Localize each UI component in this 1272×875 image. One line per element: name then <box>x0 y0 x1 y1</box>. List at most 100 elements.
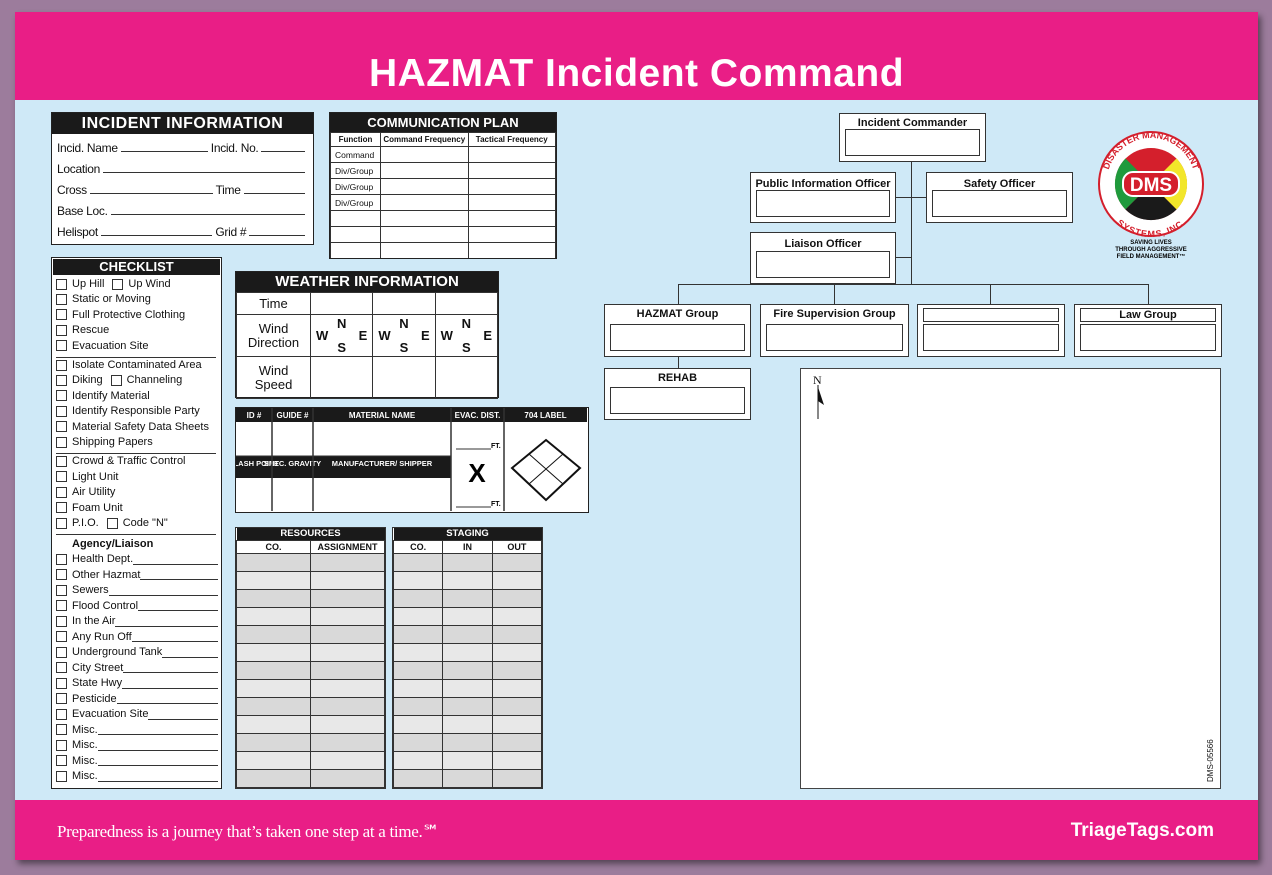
checkbox[interactable] <box>56 569 67 581</box>
staging-cell[interactable] <box>393 552 444 572</box>
incident-field-input[interactable] <box>89 193 213 194</box>
write-in-line[interactable] <box>123 672 218 674</box>
weather-cell[interactable]: NSW E <box>372 314 436 357</box>
staging-cell[interactable] <box>491 606 542 626</box>
write-in-line[interactable] <box>133 563 218 565</box>
tactical-frequency-cell[interactable] <box>467 242 556 258</box>
staging-cell[interactable] <box>393 768 444 788</box>
write-in-line[interactable] <box>97 780 218 782</box>
checkbox[interactable] <box>56 436 67 448</box>
resources-cell[interactable] <box>310 750 385 770</box>
incident-field-input[interactable] <box>261 151 305 152</box>
staging-cell[interactable] <box>442 642 493 662</box>
checkbox[interactable] <box>112 278 124 290</box>
resources-cell[interactable] <box>236 750 311 770</box>
staging-cell[interactable] <box>491 750 542 770</box>
rehab-field[interactable] <box>610 387 745 414</box>
checkbox[interactable] <box>56 471 67 483</box>
staging-cell[interactable] <box>442 624 493 644</box>
incident-field-input[interactable] <box>249 235 305 236</box>
checkbox[interactable] <box>56 278 67 290</box>
staging-cell[interactable] <box>393 588 444 608</box>
write-in-line[interactable] <box>162 656 218 658</box>
checkbox[interactable] <box>56 374 67 386</box>
liaison-officer-field[interactable] <box>756 251 890 278</box>
resources-cell[interactable] <box>236 606 311 626</box>
write-in-line[interactable] <box>97 734 218 736</box>
staging-cell[interactable] <box>491 642 542 662</box>
staging-cell[interactable] <box>393 624 444 644</box>
footer-website-link[interactable]: TriageTags.com <box>1071 820 1214 842</box>
resources-cell[interactable] <box>236 642 311 662</box>
checkbox[interactable] <box>56 309 67 321</box>
weather-cell[interactable] <box>372 356 436 399</box>
staging-cell[interactable] <box>491 570 542 590</box>
checkbox[interactable] <box>56 693 67 705</box>
safety-officer-field[interactable] <box>932 190 1067 217</box>
checkbox[interactable] <box>56 455 67 467</box>
resources-cell[interactable] <box>236 624 311 644</box>
staging-cell[interactable] <box>491 624 542 644</box>
command-frequency-cell[interactable] <box>380 242 469 258</box>
staging-cell[interactable] <box>491 732 542 752</box>
checkbox[interactable] <box>56 324 67 336</box>
resources-cell[interactable] <box>310 642 385 662</box>
nfpa-704-diamond-icon[interactable] <box>510 438 582 502</box>
staging-cell[interactable] <box>442 660 493 680</box>
resources-cell[interactable] <box>236 732 311 752</box>
staging-cell[interactable] <box>491 552 542 572</box>
checkbox[interactable] <box>56 293 67 305</box>
checkbox[interactable] <box>56 390 67 402</box>
resources-cell[interactable] <box>310 606 385 626</box>
tactical-frequency-cell[interactable] <box>467 178 556 195</box>
checkbox[interactable] <box>56 615 67 627</box>
staging-cell[interactable] <box>442 678 493 698</box>
tactical-frequency-cell[interactable] <box>467 162 556 179</box>
resources-cell[interactable] <box>310 570 385 590</box>
write-in-line[interactable] <box>148 718 218 720</box>
resources-cell[interactable] <box>236 714 311 734</box>
checkbox[interactable] <box>56 502 67 514</box>
staging-cell[interactable] <box>442 732 493 752</box>
checkbox[interactable] <box>56 770 67 782</box>
staging-cell[interactable] <box>442 552 493 572</box>
write-in-line[interactable] <box>115 625 218 627</box>
incident-field-input[interactable] <box>243 193 305 194</box>
staging-cell[interactable] <box>442 750 493 770</box>
weather-cell[interactable] <box>309 356 374 399</box>
resources-cell[interactable] <box>236 768 311 788</box>
checkbox[interactable] <box>56 708 67 720</box>
checkbox[interactable] <box>56 486 67 498</box>
staging-cell[interactable] <box>491 768 542 788</box>
write-in-line[interactable] <box>138 610 218 612</box>
command-frequency-cell[interactable] <box>380 162 469 179</box>
staging-cell[interactable] <box>491 660 542 680</box>
checkbox[interactable] <box>56 359 67 371</box>
write-in-line[interactable] <box>116 703 218 705</box>
staging-cell[interactable] <box>393 714 444 734</box>
resources-cell[interactable] <box>310 714 385 734</box>
staging-cell[interactable] <box>393 642 444 662</box>
command-frequency-cell[interactable] <box>380 210 469 227</box>
weather-cell[interactable] <box>372 292 436 315</box>
resources-cell[interactable] <box>310 696 385 716</box>
staging-cell[interactable] <box>393 660 444 680</box>
resources-cell[interactable] <box>310 624 385 644</box>
resources-cell[interactable] <box>310 552 385 572</box>
staging-cell[interactable] <box>442 588 493 608</box>
tactical-frequency-cell[interactable] <box>467 210 556 227</box>
weather-cell[interactable] <box>309 292 374 315</box>
staging-cell[interactable] <box>491 678 542 698</box>
checkbox[interactable] <box>56 553 67 565</box>
tactical-frequency-cell[interactable] <box>467 146 556 163</box>
staging-cell[interactable] <box>442 570 493 590</box>
staging-cell[interactable] <box>442 696 493 716</box>
command-frequency-cell[interactable] <box>380 146 469 163</box>
checkbox[interactable] <box>56 755 67 767</box>
staging-cell[interactable] <box>393 606 444 626</box>
write-in-line[interactable] <box>140 579 218 581</box>
checkbox[interactable] <box>56 646 67 658</box>
incident-field-input[interactable] <box>120 151 208 152</box>
checkbox[interactable] <box>56 584 67 596</box>
resources-cell[interactable] <box>236 696 311 716</box>
